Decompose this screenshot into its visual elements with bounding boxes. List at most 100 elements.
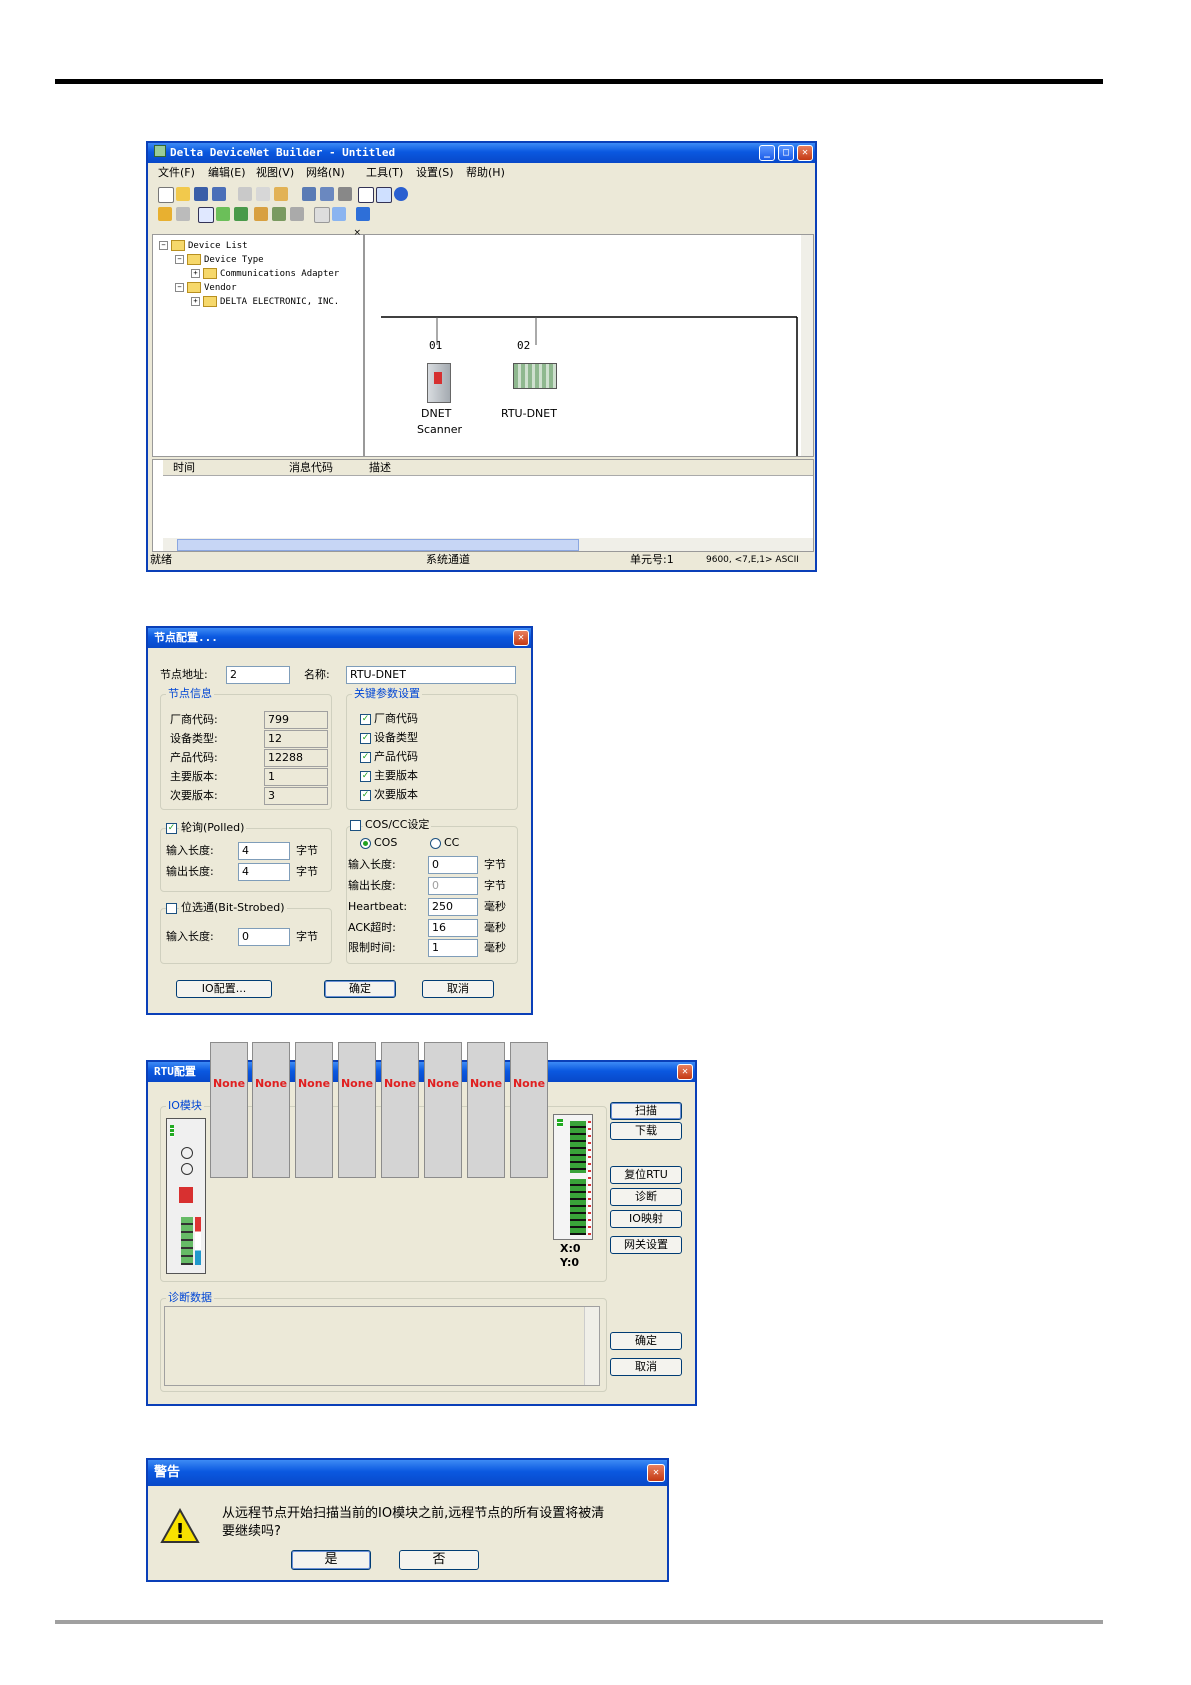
paste-icon[interactable] bbox=[274, 187, 288, 201]
key-product-checkbox[interactable]: ✓ bbox=[360, 752, 371, 763]
io-slot-3[interactable]: None bbox=[295, 1042, 333, 1178]
bit-strobed-label[interactable]: 位选通(Bit-Strobed) bbox=[179, 902, 287, 914]
no-button[interactable]: 否 bbox=[399, 1550, 479, 1570]
cut-icon[interactable] bbox=[238, 187, 252, 201]
open-folder-icon[interactable] bbox=[176, 187, 190, 201]
tree-vendor[interactable]: − Vendor bbox=[175, 281, 237, 295]
diagnose-button[interactable]: 诊断 bbox=[610, 1188, 682, 1206]
pane-close-icon[interactable]: × bbox=[353, 226, 361, 240]
dnet-scanner-icon[interactable] bbox=[427, 363, 451, 403]
menu-settings[interactable]: 设置(S) bbox=[416, 166, 454, 180]
view-window-icon[interactable] bbox=[358, 187, 374, 203]
copy-icon[interactable] bbox=[256, 187, 270, 201]
cancel-button[interactable]: 取消 bbox=[422, 980, 494, 998]
dip-switch-icon[interactable] bbox=[179, 1187, 193, 1203]
close-button[interactable]: ✕ bbox=[513, 630, 529, 646]
menu-help[interactable]: 帮助(H) bbox=[466, 166, 505, 180]
scan-icon[interactable] bbox=[216, 207, 230, 221]
col-msg-code[interactable]: 消息代码 bbox=[289, 461, 333, 475]
close-button[interactable]: ✕ bbox=[797, 145, 813, 161]
grid-icon[interactable] bbox=[314, 207, 330, 223]
print-icon[interactable] bbox=[338, 187, 352, 201]
ok-button[interactable]: 确定 bbox=[324, 980, 396, 998]
ack-timeout-input[interactable]: 16 bbox=[428, 919, 478, 937]
cos-input-length[interactable]: 0 bbox=[428, 856, 478, 874]
heartbeat-input[interactable]: 250 bbox=[428, 898, 478, 916]
node-address-input[interactable]: 2 bbox=[226, 666, 290, 684]
diag-scrollbar[interactable] bbox=[584, 1307, 599, 1385]
new-file-icon[interactable] bbox=[158, 187, 174, 203]
key-major-checkbox[interactable]: ✓ bbox=[360, 771, 371, 782]
tree-root[interactable]: − Device List bbox=[159, 239, 248, 253]
connect-icon[interactable] bbox=[158, 207, 172, 221]
disconnect-icon[interactable] bbox=[176, 207, 190, 221]
polled-label[interactable]: 轮询(Polled) bbox=[179, 822, 247, 834]
cos-output-length[interactable]: 0 bbox=[428, 877, 478, 895]
save-all-icon[interactable] bbox=[212, 187, 226, 201]
rtu-ok-button[interactable]: 确定 bbox=[610, 1332, 682, 1350]
cos-radio[interactable] bbox=[360, 838, 371, 849]
close-button[interactable]: ✕ bbox=[677, 1064, 693, 1080]
monitor-icon[interactable] bbox=[272, 207, 286, 221]
key-device-type-checkbox[interactable]: ✓ bbox=[360, 733, 371, 744]
title-bar[interactable]: 警告 ✕ bbox=[148, 1460, 667, 1486]
cos-cc-checkbox[interactable] bbox=[350, 820, 361, 831]
key-minor-checkbox[interactable]: ✓ bbox=[360, 790, 371, 801]
io-slot-1[interactable]: None bbox=[210, 1042, 248, 1178]
title-bar[interactable]: 节点配置... ✕ bbox=[148, 628, 531, 648]
menu-edit[interactable]: 编辑(E) bbox=[208, 166, 246, 180]
polled-checkbox[interactable]: ✓ bbox=[166, 823, 177, 834]
key-vendor-checkbox[interactable]: ✓ bbox=[360, 714, 371, 725]
io-slot-6[interactable]: None bbox=[424, 1042, 462, 1178]
limit-time-input[interactable]: 1 bbox=[428, 939, 478, 957]
io-slot-5[interactable]: None bbox=[381, 1042, 419, 1178]
menu-view[interactable]: 视图(V) bbox=[256, 166, 294, 180]
save-icon[interactable] bbox=[194, 187, 208, 201]
cos-cc-label[interactable]: COS/CC设定 bbox=[363, 819, 432, 831]
tree-delta[interactable]: + DELTA ELECTRONIC, INC. bbox=[191, 295, 339, 309]
polled-input-length[interactable]: 4 bbox=[238, 842, 290, 860]
maximize-button[interactable]: □ bbox=[778, 145, 794, 161]
polled-output-length[interactable]: 4 bbox=[238, 863, 290, 881]
upload-icon[interactable] bbox=[302, 187, 316, 201]
rotary-switch-icon[interactable] bbox=[181, 1147, 193, 1159]
io-config-button[interactable]: IO配置... bbox=[176, 980, 272, 998]
tree-comm-adapter[interactable]: + Communications Adapter bbox=[191, 267, 339, 281]
download-button[interactable]: 下载 bbox=[610, 1122, 682, 1140]
rtu-cancel-button[interactable]: 取消 bbox=[610, 1358, 682, 1376]
io-slot-8[interactable]: None bbox=[510, 1042, 548, 1178]
yes-button[interactable]: 是 bbox=[291, 1550, 371, 1570]
diag-data-textarea[interactable] bbox=[164, 1306, 600, 1386]
rotary-switch-icon[interactable] bbox=[181, 1163, 193, 1175]
print-preview-icon[interactable] bbox=[320, 187, 334, 201]
refresh-icon[interactable] bbox=[356, 207, 370, 221]
col-desc[interactable]: 描述 bbox=[369, 461, 391, 475]
tree-device-type[interactable]: − Device Type bbox=[175, 253, 264, 267]
title-bar[interactable]: Delta DeviceNet Builder - Untitled _ □ ✕ bbox=[148, 143, 815, 163]
rtu-dnet-icon[interactable] bbox=[513, 363, 557, 389]
minimize-button[interactable]: _ bbox=[759, 145, 775, 161]
diagnose-icon[interactable] bbox=[290, 207, 304, 221]
scan-button[interactable]: 扫描 bbox=[610, 1102, 682, 1120]
menu-file[interactable]: 文件(F) bbox=[158, 166, 195, 180]
cc-radio[interactable] bbox=[430, 838, 441, 849]
close-button[interactable]: ✕ bbox=[647, 1464, 665, 1482]
io-mapping-button[interactable]: IO映射 bbox=[610, 1210, 682, 1228]
gateway-settings-button[interactable]: 网关设置 bbox=[610, 1236, 682, 1254]
online-icon[interactable] bbox=[198, 207, 214, 223]
horizontal-scrollbar[interactable] bbox=[163, 538, 813, 551]
menu-tools[interactable]: 工具(T) bbox=[366, 166, 403, 180]
io-slot-7[interactable]: None bbox=[467, 1042, 505, 1178]
download-icon[interactable] bbox=[234, 207, 248, 221]
bit-strobed-checkbox[interactable] bbox=[166, 903, 177, 914]
help-icon[interactable] bbox=[394, 187, 408, 201]
io-slot-2[interactable]: None bbox=[252, 1042, 290, 1178]
bit-strobed-input-length[interactable]: 0 bbox=[238, 928, 290, 946]
io-slot-4[interactable]: None bbox=[338, 1042, 376, 1178]
view-list-icon[interactable] bbox=[376, 187, 392, 203]
divide-icon[interactable] bbox=[332, 207, 346, 221]
vertical-scrollbar[interactable] bbox=[801, 235, 813, 456]
menu-network[interactable]: 网络(N) bbox=[306, 166, 345, 180]
upload-device-icon[interactable] bbox=[254, 207, 268, 221]
col-time[interactable]: 时间 bbox=[173, 461, 195, 475]
